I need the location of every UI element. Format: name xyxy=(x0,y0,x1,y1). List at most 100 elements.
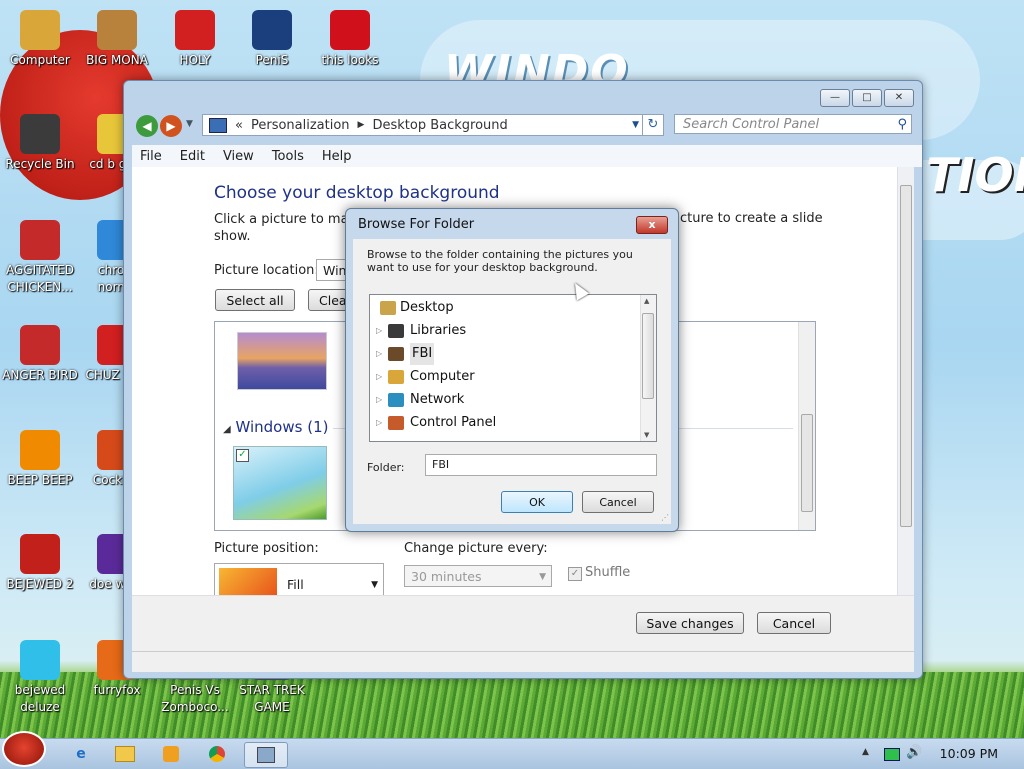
angry-bird-icon xyxy=(20,325,60,365)
close-button[interactable]: ✕ xyxy=(884,89,914,107)
desktop-icon[interactable]: this looks xyxy=(310,10,390,69)
start-button[interactable] xyxy=(2,731,46,767)
desktop-icon[interactable]: BEEP BEEP xyxy=(0,430,80,489)
picture-location-label: Picture location: xyxy=(214,263,319,278)
search-input[interactable]: Search Control Panel ⚲ xyxy=(674,114,912,134)
wallpaper-thumbnail-selected[interactable]: ✓ xyxy=(233,446,327,520)
change-interval-value: 30 minutes xyxy=(411,569,482,584)
thumbnail-checkbox[interactable]: ✓ xyxy=(236,449,249,462)
address-dropdown-icon[interactable]: ▼ xyxy=(632,120,639,130)
desktop-icon-label: STAR TREK GAME xyxy=(239,683,305,714)
bejeweled-icon xyxy=(20,534,60,574)
picture-position-label: Picture position: xyxy=(214,541,319,556)
cancel-button[interactable]: Cancel xyxy=(757,612,831,634)
tree-scrollbar[interactable]: ▲ ▼ xyxy=(640,295,656,441)
expand-icon[interactable]: ▷ xyxy=(376,389,382,411)
shuffle-checkbox[interactable]: ✓ xyxy=(568,567,582,581)
media-player-icon[interactable] xyxy=(154,742,188,766)
dialog-cancel-button[interactable]: Cancel xyxy=(582,491,654,513)
scroll-down-icon[interactable]: ▼ xyxy=(644,431,649,439)
maximize-button[interactable]: □ xyxy=(852,89,882,107)
forward-button[interactable]: ▶ xyxy=(160,115,182,137)
content-scroll-thumb[interactable] xyxy=(900,185,912,527)
dialog-close-button[interactable]: x xyxy=(636,216,668,234)
minimize-button[interactable]: — xyxy=(820,89,850,107)
desktop-icon-label: Penis Vs Zomboco... xyxy=(161,683,229,714)
user-folder-icon xyxy=(388,347,404,361)
clock[interactable]: 10:09 PM xyxy=(940,746,998,761)
tree-item[interactable]: ▷ Control Panel xyxy=(370,412,640,434)
expand-icon[interactable]: ▷ xyxy=(376,343,382,365)
folder-tree: ▲ ▼ Desktop ▷ Libraries ▷ FBI ▷ Computer ▷ Netwo… xyxy=(369,294,657,442)
desktop-icon[interactable]: AGGITATED CHICKEN... xyxy=(0,220,80,296)
desktop-icon-label: this looks xyxy=(321,53,379,67)
computer-icon xyxy=(20,10,60,50)
chrome-icon[interactable] xyxy=(200,742,234,766)
menu-view[interactable]: View xyxy=(223,149,254,164)
recent-pages-icon[interactable]: ▼ xyxy=(186,119,193,129)
tree-item[interactable]: ▷ FBI xyxy=(370,343,640,365)
breadcrumb-personalization[interactable]: Personalization xyxy=(251,118,350,133)
folder-field[interactable]: FBI xyxy=(425,454,657,476)
desktop-icon[interactable]: Recycle Bin xyxy=(0,114,80,173)
wallpaper-thumbnail[interactable] xyxy=(237,332,327,390)
gallery-scroll-thumb[interactable] xyxy=(801,414,813,512)
menu-bar: File Edit View Tools Help xyxy=(132,145,922,167)
libraries-icon xyxy=(388,324,404,338)
expand-icon[interactable]: ▷ xyxy=(376,412,382,434)
refresh-button[interactable]: ↻ xyxy=(642,114,664,136)
volume-icon[interactable]: 🔊 xyxy=(906,745,922,760)
desktop-icon[interactable]: bejewed deluze xyxy=(0,640,80,716)
clear-all-button[interactable]: Clea xyxy=(308,289,348,311)
change-interval-select[interactable]: 30 minutes ▼ xyxy=(404,565,552,587)
scroll-up-icon[interactable]: ▲ xyxy=(644,297,649,305)
desktop-icon[interactable]: BIG MONA xyxy=(77,10,157,69)
select-all-button[interactable]: Select all xyxy=(215,289,295,311)
ok-button[interactable]: OK xyxy=(501,491,573,513)
tree-scroll-thumb[interactable] xyxy=(642,313,654,399)
dialog-body: Browse to the folder containing the pict… xyxy=(353,239,671,524)
desktop-icon[interactable]: HOLY xyxy=(155,10,235,69)
tree-item[interactable]: Desktop xyxy=(370,297,640,319)
ie-icon[interactable]: e xyxy=(64,742,98,766)
dialog-title: Browse For Folder xyxy=(358,217,475,232)
desktop-icon[interactable]: ANGER BIRD xyxy=(0,325,80,384)
shuffle-label: Shuffle xyxy=(585,565,631,580)
menu-tools[interactable]: Tools xyxy=(272,149,304,164)
breadcrumb-separator: « xyxy=(235,117,243,133)
tree-item[interactable]: ▷ Network xyxy=(370,389,640,411)
desktop-icon[interactable]: BEJEWED 2 xyxy=(0,534,80,593)
picture-position-select[interactable]: Fill ▼ xyxy=(214,563,384,595)
search-icon[interactable]: ⚲ xyxy=(897,115,907,135)
menu-file[interactable]: File xyxy=(140,149,162,164)
desktop-icon-label: furryfox xyxy=(93,683,141,697)
gallery-scrollbar[interactable] xyxy=(798,322,815,530)
expand-icon[interactable]: ▷ xyxy=(376,320,382,342)
resize-grip-icon[interactable]: ⋰ xyxy=(661,513,669,522)
tree-item[interactable]: ▷ Computer xyxy=(370,366,640,388)
tray-expand-icon[interactable]: ▲ xyxy=(862,747,869,757)
desktop-icon-label: Computer xyxy=(10,53,70,67)
desktop-icon[interactable]: PeniS xyxy=(232,10,312,69)
description-text: Click a picture to make xyxy=(214,212,364,227)
vlc-icon xyxy=(20,430,60,470)
content-scrollbar[interactable] xyxy=(897,167,914,595)
group-header[interactable]: ◢ Windows (1) xyxy=(223,418,328,436)
network-icon[interactable] xyxy=(884,748,900,761)
menu-edit[interactable]: Edit xyxy=(180,149,205,164)
tree-item[interactable]: ▷ Libraries xyxy=(370,320,640,342)
personalization-icon[interactable] xyxy=(244,742,288,768)
back-button[interactable]: ◀ xyxy=(136,115,158,137)
explorer-icon[interactable] xyxy=(108,742,142,766)
address-bar[interactable]: « Personalization ▶ Desktop Background ▼ xyxy=(202,114,646,136)
chevron-down-icon: ▼ xyxy=(371,580,378,590)
tree-item-label: Network xyxy=(410,392,465,407)
save-changes-button[interactable]: Save changes xyxy=(636,612,744,634)
expand-icon[interactable]: ▷ xyxy=(376,366,382,388)
recycle-bin-icon xyxy=(20,114,60,154)
breadcrumb-desktop-background[interactable]: Desktop Background xyxy=(372,118,507,133)
desktop-icon[interactable]: Computer xyxy=(0,10,80,69)
menu-help[interactable]: Help xyxy=(322,149,352,164)
desktop-icon-label: BEEP BEEP xyxy=(7,473,73,487)
network-icon xyxy=(388,393,404,407)
